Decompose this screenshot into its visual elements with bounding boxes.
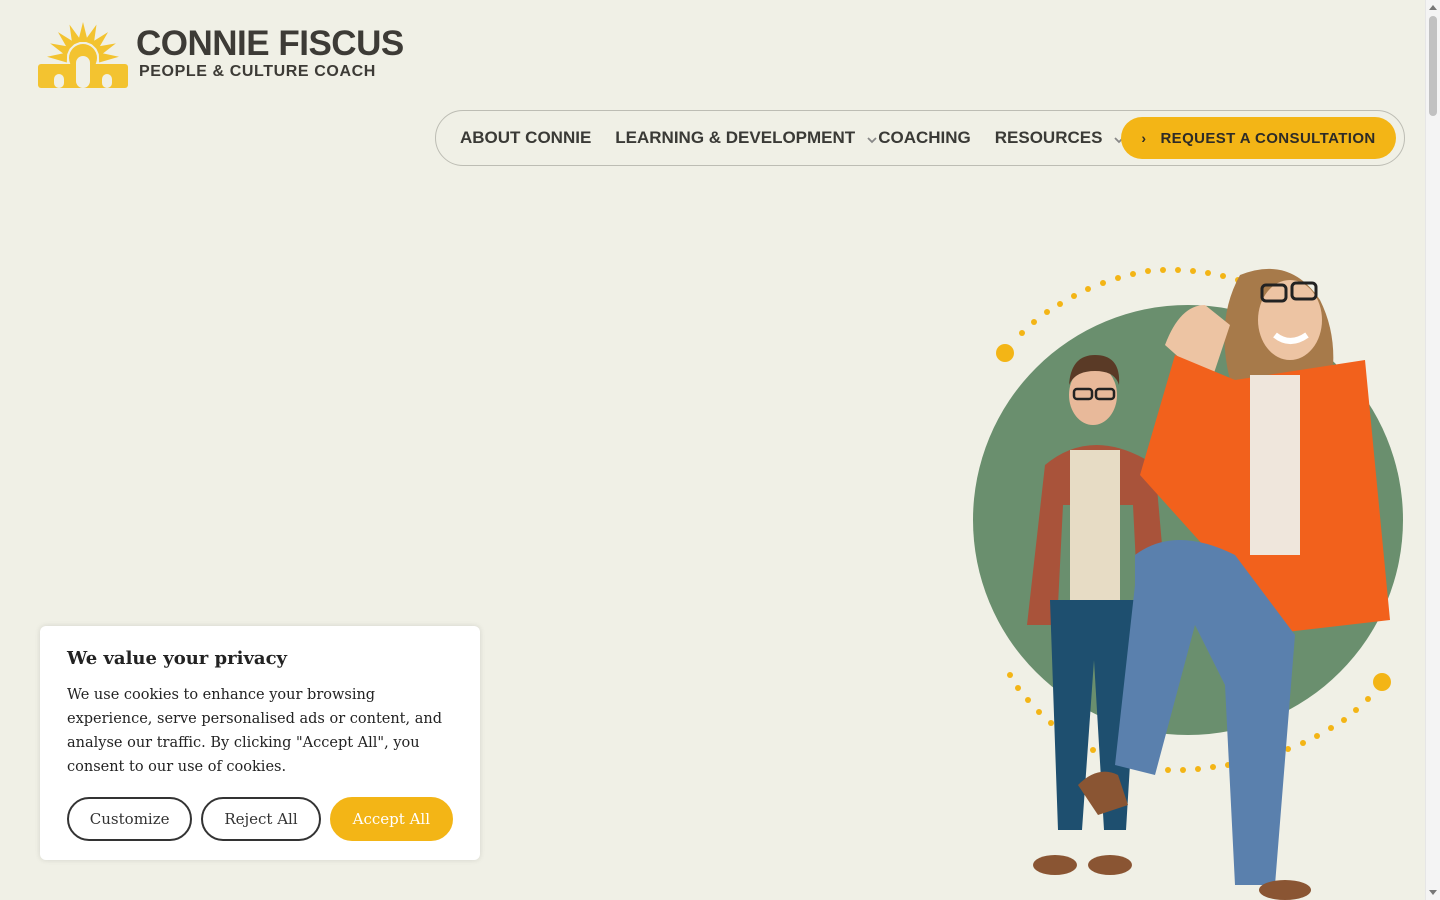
cookie-banner-body: We use cookies to enhance your browsing … (67, 687, 442, 775)
nav-item-coaching[interactable]: COACHING (878, 128, 971, 148)
request-consultation-label: REQUEST A CONSULTATION (1160, 129, 1376, 147)
chevron-down-icon[interactable] (867, 135, 877, 145)
nav-item-resources[interactable]: RESOURCES (995, 128, 1125, 148)
nav-item-label: ABOUT CONNIE (460, 128, 592, 147)
accept-all-button[interactable]: Accept All (329, 797, 453, 841)
scroll-up-arrow-icon[interactable] (1429, 5, 1437, 10)
main-navigation: ABOUT CONNIE LEARNING & DEVELOPMENT COAC… (435, 110, 1405, 166)
chevron-right-icon: › (1141, 130, 1147, 146)
customize-button[interactable]: Customize (67, 797, 193, 841)
nav-item-about-connie[interactable]: ABOUT CONNIE (460, 128, 591, 148)
page-scrollbar[interactable] (1425, 0, 1440, 900)
nav-item-label: LEARNING & DEVELOPMENT (615, 128, 856, 147)
nav-item-label: RESOURCES (994, 128, 1103, 147)
sunflower-logo-icon (38, 22, 128, 88)
brand-tagline: PEOPLE & CULTURE COACH (139, 63, 376, 80)
scroll-thumb[interactable] (1429, 16, 1437, 116)
brand-name: CONNIE FISCUS (136, 24, 404, 63)
nav-item-label: COACHING (878, 128, 971, 147)
request-consultation-button[interactable]: › REQUEST A CONSULTATION (1121, 117, 1396, 159)
scroll-down-arrow-icon[interactable] (1429, 890, 1437, 895)
hero-people-illustration (973, 267, 1403, 900)
reject-all-button[interactable]: Reject All (201, 797, 321, 841)
site-logo[interactable]: CONNIE FISCUS PEOPLE & CULTURE COACH (36, 18, 404, 90)
cookie-consent-banner: We value your privacy We use cookies to … (40, 626, 480, 860)
cookie-banner-title: We value your privacy (67, 648, 287, 669)
nav-item-learning-development[interactable]: LEARNING & DEVELOPMENT (615, 128, 877, 148)
cookie-button-group: Customize Reject All Accept All (67, 797, 453, 841)
